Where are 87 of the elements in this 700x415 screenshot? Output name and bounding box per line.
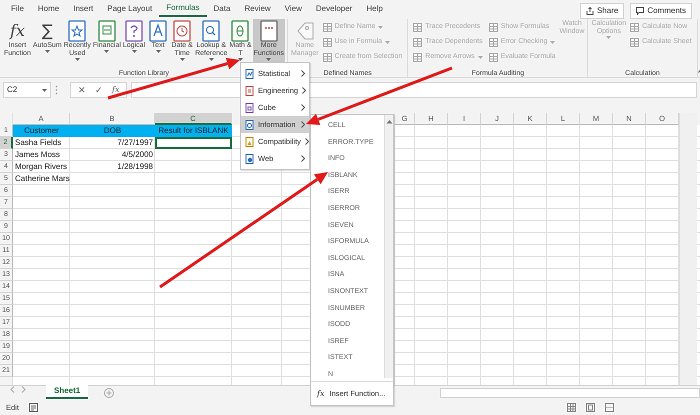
grid-icon xyxy=(322,52,332,62)
previous-icon xyxy=(10,386,15,393)
scroll-up-icon xyxy=(386,119,393,124)
ribbon-tab[interactable]: Home xyxy=(30,2,66,16)
insert-function-button[interactable]: fx xyxy=(112,85,120,95)
ribbon-tab[interactable]: Review xyxy=(237,2,278,16)
cancel-button[interactable]: ✕ xyxy=(78,85,86,95)
caret-icon xyxy=(132,50,136,53)
ribbon-tab[interactable]: Insert xyxy=(66,2,100,16)
caret-icon xyxy=(378,26,384,28)
page-layout-icon xyxy=(586,403,595,412)
grid-icon xyxy=(413,38,422,46)
caret-icon xyxy=(208,58,214,61)
table-cell[interactable]: Morgan Rivers xyxy=(13,161,70,173)
chevron-icon xyxy=(301,155,305,162)
share-icon xyxy=(586,7,594,15)
document-icon xyxy=(245,68,254,78)
comments-button[interactable]: Comments xyxy=(630,3,692,19)
sheet-tab[interactable]: Sheet1 xyxy=(46,385,88,399)
grid-icon xyxy=(413,22,422,32)
selected-cell[interactable] xyxy=(155,137,232,149)
table-cell[interactable]: Catherine Mars xyxy=(13,173,70,185)
vertical-scrollbar[interactable] xyxy=(679,113,697,385)
table-cell[interactable]: 1/28/1998 xyxy=(70,161,155,173)
chevron-icon xyxy=(301,104,305,111)
table-cell[interactable]: Customer xyxy=(13,125,70,137)
grid-icon xyxy=(322,38,332,46)
next-icon xyxy=(21,386,26,393)
name-box[interactable]: C2 xyxy=(3,82,51,98)
horizontal-scrollbar[interactable] xyxy=(440,388,700,398)
caret-icon xyxy=(42,88,47,92)
grid-icon xyxy=(488,22,498,32)
grid-icon xyxy=(488,38,498,46)
share-button[interactable]: Share xyxy=(580,3,624,19)
enter-button[interactable]: ✓ xyxy=(95,85,103,95)
table-cell[interactable]: Result for ISBLANK xyxy=(155,125,232,137)
macro-icon xyxy=(28,403,38,412)
chevron-icon xyxy=(304,138,309,145)
caret-icon xyxy=(238,58,243,61)
caret-icon xyxy=(180,58,185,61)
caret-icon xyxy=(550,40,556,44)
clock-icon xyxy=(171,20,194,42)
table-cell[interactable]: 7/27/1997 xyxy=(70,137,155,149)
theta-document-icon xyxy=(229,20,252,42)
caret-icon xyxy=(156,50,161,53)
normal-view-icon xyxy=(567,403,576,412)
caret-icon xyxy=(606,36,612,39)
document-icon xyxy=(245,154,254,164)
grid-icon xyxy=(322,22,332,32)
chevron-icon xyxy=(301,70,305,77)
chevron-icon xyxy=(301,121,305,128)
magnifier-document-icon xyxy=(200,20,222,42)
ribbon-tab[interactable]: Developer xyxy=(308,2,360,16)
ribbon-tab[interactable]: Data xyxy=(206,2,238,16)
menu-scrollbar[interactable] xyxy=(384,115,393,378)
star-document-icon xyxy=(66,20,88,42)
grid-icon xyxy=(630,38,640,46)
table-cell[interactable]: 4/5/2000 xyxy=(70,149,155,161)
ribbon-tab[interactable]: View xyxy=(278,2,309,16)
document-icon xyxy=(245,120,254,130)
page-break-icon xyxy=(605,403,614,412)
question-document-icon xyxy=(123,20,145,42)
document-icon xyxy=(245,136,254,146)
dots-document-icon xyxy=(258,20,280,42)
table-cell[interactable]: James Moss xyxy=(13,149,70,161)
grip-icon xyxy=(55,85,58,95)
document-icon xyxy=(245,102,254,112)
fx-icon: fx xyxy=(317,388,324,400)
ribbon-tab[interactable]: Page Layout xyxy=(100,2,160,16)
caret-icon xyxy=(385,40,390,44)
caret-icon xyxy=(104,50,110,53)
grid-icon xyxy=(488,52,498,62)
caret-icon xyxy=(478,56,483,58)
table-cell[interactable]: Sasha Fields xyxy=(13,137,70,149)
comment-icon xyxy=(636,7,644,15)
chevron-icon xyxy=(302,87,306,94)
ribbon-tab[interactable]: Formulas xyxy=(159,0,207,16)
caret-icon xyxy=(74,58,80,61)
caret-icon xyxy=(44,50,50,53)
document-icon xyxy=(245,86,254,96)
table-cell[interactable]: DOB xyxy=(70,125,155,137)
add-sheet-icon[interactable] xyxy=(104,388,114,398)
grid-icon xyxy=(413,52,422,62)
ribbon-tab[interactable]: File xyxy=(4,2,31,16)
grid-icon xyxy=(630,22,640,32)
ribbon-tab[interactable]: Help xyxy=(359,2,390,16)
text-document-icon xyxy=(147,20,170,42)
